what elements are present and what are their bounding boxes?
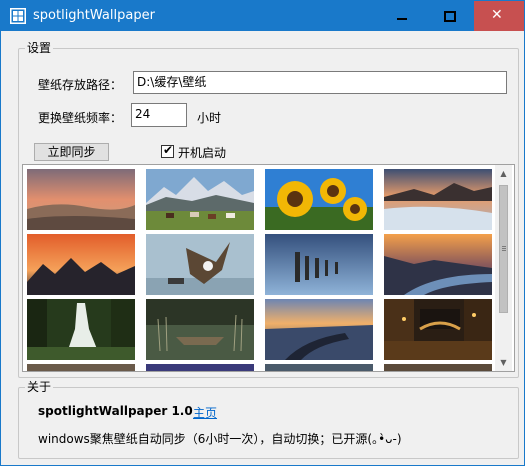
grip-line bbox=[502, 250, 506, 251]
scrollbar-thumb[interactable] bbox=[499, 185, 508, 313]
sync-now-button[interactable]: 立即同步 bbox=[34, 143, 109, 161]
maximize-button[interactable] bbox=[426, 1, 472, 31]
thumbnail-mountain-horses[interactable] bbox=[146, 169, 254, 230]
wallpaper-gallery[interactable] bbox=[22, 164, 515, 372]
thumbnail-rocky-coast[interactable] bbox=[265, 299, 373, 360]
maximize-icon bbox=[444, 11, 456, 22]
thumbnail-row4-1[interactable] bbox=[27, 364, 135, 371]
checkmark-icon: ✔ bbox=[163, 143, 174, 157]
settings-group-label: 设置 bbox=[25, 41, 54, 55]
thumbnail-pier-posts[interactable] bbox=[265, 234, 373, 295]
thumbnail-row4-3[interactable] bbox=[265, 364, 373, 371]
gallery-scrollbar[interactable]: ▲ ▼ bbox=[495, 165, 512, 371]
thumbnail-frozen-shore[interactable] bbox=[384, 169, 492, 230]
change-frequency-label: 更换壁纸频率： bbox=[38, 111, 123, 125]
thumbnail-sunflowers[interactable] bbox=[265, 169, 373, 230]
minimize-button[interactable] bbox=[378, 1, 424, 31]
title-bar[interactable]: spotlightWallpaper ✕ bbox=[1, 1, 524, 31]
app-version-label: spotlightWallpaper 1.0 bbox=[38, 404, 193, 418]
main-window: spotlightWallpaper ✕ 设置 壁纸存放路径： D:\缓存\壁纸… bbox=[0, 0, 525, 466]
thumbnail-mountain-peaks[interactable] bbox=[27, 234, 135, 295]
minimize-icon bbox=[397, 18, 407, 20]
close-icon: ✕ bbox=[491, 7, 503, 23]
wallpaper-path-input[interactable]: D:\缓存\壁纸 bbox=[133, 71, 507, 94]
app-description: windows聚焦壁纸自动同步（6小时一次），自动切换；已开源(｡•̀ᴗ-) bbox=[38, 432, 402, 446]
change-frequency-input[interactable]: 24 bbox=[131, 103, 187, 127]
thumbnail-desert-sunset[interactable] bbox=[27, 169, 135, 230]
thumbnail-forest-waterfall[interactable] bbox=[27, 299, 135, 360]
homepage-link[interactable]: 主页 bbox=[193, 404, 217, 421]
thumbnail-venice-canal[interactable] bbox=[384, 299, 492, 360]
windows-logo-icon bbox=[10, 8, 26, 24]
scroll-up-icon[interactable]: ▲ bbox=[495, 165, 512, 182]
autostart-checkbox[interactable]: ✔ bbox=[161, 143, 174, 158]
thumbnail-row4-2[interactable] bbox=[146, 364, 254, 371]
about-group-label: 关于 bbox=[25, 380, 54, 394]
thumbnail-rowboat-lake[interactable] bbox=[146, 299, 254, 360]
grip-line bbox=[502, 248, 506, 249]
thumbnail-river-valley[interactable] bbox=[384, 234, 492, 295]
autostart-label[interactable]: 开机启动 bbox=[178, 144, 226, 161]
frequency-unit-label: 小时 bbox=[197, 111, 222, 125]
about-group: 关于 bbox=[18, 380, 519, 459]
thumbnail-row4-4[interactable] bbox=[384, 364, 492, 371]
thumbnail-eagle-beach[interactable] bbox=[146, 234, 254, 295]
close-button[interactable]: ✕ bbox=[474, 1, 524, 31]
wallpaper-path-label: 壁纸存放路径： bbox=[38, 78, 123, 92]
window-title: spotlightWallpaper bbox=[33, 8, 155, 23]
scroll-down-icon[interactable]: ▼ bbox=[495, 354, 512, 371]
grip-line bbox=[502, 246, 506, 247]
